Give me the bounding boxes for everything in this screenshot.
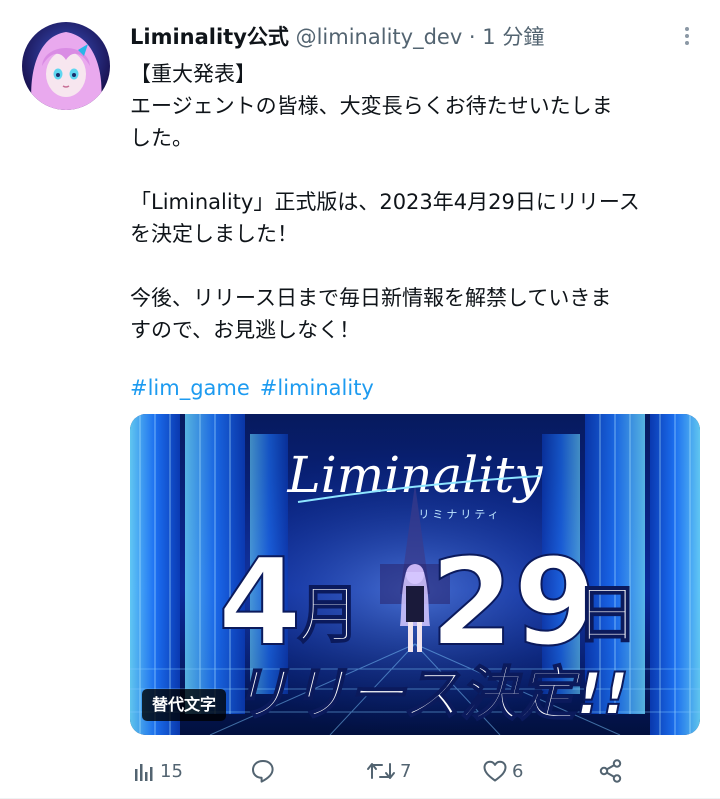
- views-button[interactable]: 15: [134, 754, 183, 788]
- handle[interactable]: @liminality_dev: [296, 25, 463, 49]
- meta-separator: ·: [462, 25, 483, 49]
- media-release-text: リリース決定!!: [231, 660, 629, 728]
- like-button[interactable]: 6: [482, 754, 523, 788]
- share-button[interactable]: [598, 754, 624, 788]
- display-name[interactable]: Liminality公式: [130, 25, 289, 49]
- media-date-month-number: 4: [218, 534, 302, 673]
- retweet-button[interactable]: 7: [366, 754, 411, 788]
- alt-text-badge[interactable]: 替代文字: [142, 689, 227, 721]
- like-heart-icon: [482, 759, 508, 783]
- retweet-icon: [366, 759, 396, 783]
- timestamp[interactable]: 1 分鐘: [482, 25, 544, 49]
- tweet-header: Liminality公式 @liminality_dev · 1 分鐘: [130, 20, 670, 54]
- views-count: 15: [160, 760, 183, 782]
- hashtag-lim-game[interactable]: #lim_game: [130, 376, 250, 400]
- media-logo-kana: リミナリティ: [418, 508, 501, 521]
- avatar[interactable]: [22, 22, 110, 110]
- hashtags: #lim_game #liminality: [130, 372, 384, 404]
- tweet-actions: 15 7 6: [130, 754, 650, 788]
- more-options-icon[interactable]: [676, 24, 698, 50]
- tweet-text: 【重大発表】 エージェントの皆様、大変長らくお待たせいたしま した。 「Limi…: [130, 62, 640, 342]
- media-date-month-kanji: 月: [298, 578, 360, 651]
- media-date-day-kanji: 日: [576, 578, 638, 651]
- views-chart-icon: [134, 760, 156, 782]
- media-logo-text: Liminality: [287, 446, 544, 504]
- like-count: 6: [512, 760, 524, 782]
- media-image: Liminality リミナリティ 4 月 29 日 リリース決定!!: [130, 414, 700, 735]
- media-date-day-number: 29: [430, 534, 597, 673]
- retweet-count: 7: [400, 760, 412, 782]
- avatar-image: [22, 22, 110, 110]
- hashtag-liminality[interactable]: #liminality: [260, 376, 374, 400]
- tweet-media[interactable]: Liminality リミナリティ 4 月 29 日 リリース決定!!: [130, 414, 700, 735]
- reply-icon: [250, 758, 276, 784]
- share-icon: [598, 758, 624, 784]
- reply-button[interactable]: [250, 754, 280, 788]
